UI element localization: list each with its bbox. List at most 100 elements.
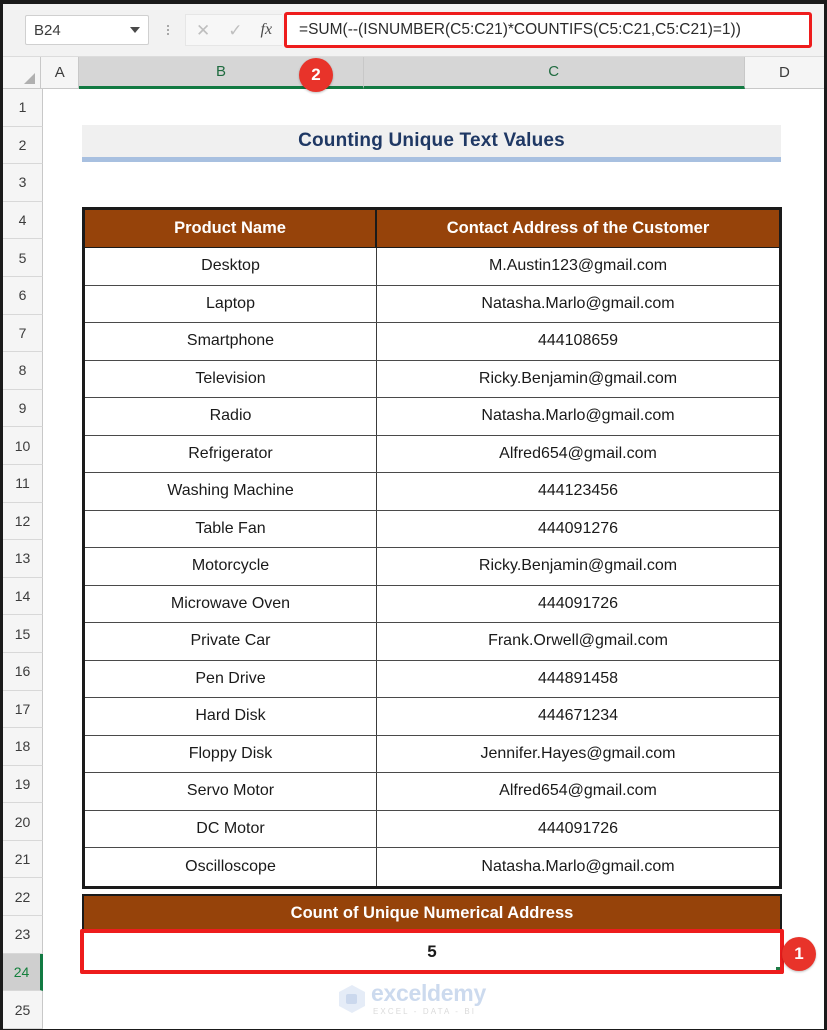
cell-product-name[interactable]: Private Car — [85, 623, 377, 660]
column-header-contact-address: Contact Address of the Customer — [377, 210, 779, 248]
table-row[interactable]: Laptop Natasha.Marlo@gmail.com — [85, 285, 779, 323]
table-row[interactable]: Desktop M.Austin123@gmail.com — [85, 248, 779, 286]
row-header-10[interactable]: 10 — [3, 427, 43, 465]
cell-product-name[interactable]: Servo Motor — [85, 773, 377, 810]
row-header-19[interactable]: 19 — [3, 765, 43, 804]
row-header-3[interactable]: 3 — [3, 164, 43, 202]
cell-contact-address[interactable]: 444108659 — [377, 323, 779, 360]
row-header-20[interactable]: 20 — [3, 803, 43, 841]
table-row[interactable]: DC Motor 444091726 — [85, 810, 779, 848]
row-header-9[interactable]: 9 — [3, 389, 43, 428]
cell-product-name[interactable]: Pen Drive — [85, 660, 377, 697]
row-header-5[interactable]: 5 — [3, 239, 43, 277]
row-header-11[interactable]: 11 — [3, 464, 43, 503]
table-row[interactable]: Floppy Disk Jennifer.Hayes@gmail.com — [85, 735, 779, 773]
row-header-label: 23 — [14, 926, 31, 943]
table-row[interactable]: Television Ricky.Benjamin@gmail.com — [85, 360, 779, 398]
cell-product-name[interactable]: Hard Disk — [85, 698, 377, 735]
row-header-14[interactable]: 14 — [3, 577, 43, 616]
close-icon[interactable]: ✕ — [196, 22, 210, 39]
table-row[interactable]: Refrigerator Alfred654@gmail.com — [85, 435, 779, 473]
cell-contact-address[interactable]: Frank.Orwell@gmail.com — [377, 623, 779, 660]
cell-contact-address[interactable]: 444091726 — [377, 586, 779, 623]
row-header-17[interactable]: 17 — [3, 690, 43, 729]
row-header-4[interactable]: 4 — [3, 201, 43, 240]
cell-contact-address[interactable]: Ricky.Benjamin@gmail.com — [377, 548, 779, 585]
cell-product-name[interactable]: Motorcycle — [85, 548, 377, 585]
more-options-icon[interactable] — [163, 20, 173, 40]
cell-product-name[interactable]: Television — [85, 360, 377, 397]
summary-header: Count of Unique Numerical Address — [82, 894, 782, 932]
row-header-25[interactable]: 25 — [3, 991, 43, 1029]
table-header-row: Product Name Contact Address of the Cust… — [85, 210, 779, 248]
cell-contact-address[interactable]: 444091726 — [377, 811, 779, 848]
cell-product-name[interactable]: Microwave Oven — [85, 585, 377, 622]
row-header-6[interactable]: 6 — [3, 276, 43, 315]
row-header-23[interactable]: 23 — [3, 916, 43, 954]
cell-contact-address[interactable]: 444123456 — [377, 473, 779, 510]
cell-product-name[interactable]: Washing Machine — [85, 473, 377, 510]
table-row[interactable]: Smartphone 444108659 — [85, 323, 779, 361]
cell-product-name[interactable]: Smartphone — [85, 323, 377, 360]
cell-contact-address[interactable]: Natasha.Marlo@gmail.com — [377, 848, 779, 886]
page-title: Counting Unique Text Values — [298, 130, 565, 151]
check-icon[interactable]: ✓ — [228, 22, 242, 39]
formula-text: =SUM(--(ISNUMBER(C5:C21)*COUNTIFS(C5:C21… — [299, 21, 741, 38]
cell-product-name[interactable]: Oscilloscope — [85, 848, 377, 886]
table-row[interactable]: Radio Natasha.Marlo@gmail.com — [85, 398, 779, 436]
cell-product-name[interactable]: Floppy Disk — [85, 735, 377, 772]
table-row[interactable]: Microwave Oven 444091726 — [85, 585, 779, 623]
row-header-24[interactable]: 24 — [3, 953, 43, 992]
row-header-15[interactable]: 15 — [3, 615, 43, 653]
cell-product-name[interactable]: Desktop — [85, 248, 377, 285]
cell-product-name[interactable]: Table Fan — [85, 510, 377, 547]
row-header-16[interactable]: 16 — [3, 652, 43, 691]
column-header-a[interactable]: A — [41, 57, 80, 89]
annotation-badge-1: 1 — [782, 937, 816, 971]
cell-contact-address[interactable]: 444671234 — [377, 698, 779, 735]
row-header-18[interactable]: 18 — [3, 728, 43, 766]
cell-contact-address[interactable]: Alfred654@gmail.com — [377, 436, 779, 473]
name-box-value: B24 — [34, 21, 61, 39]
row-header-12[interactable]: 12 — [3, 502, 43, 541]
cell-contact-address[interactable]: 444891458 — [377, 661, 779, 698]
column-header-d[interactable]: D — [744, 57, 825, 89]
row-header-label: 5 — [18, 249, 27, 266]
cell-product-name[interactable]: DC Motor — [85, 810, 377, 847]
row-header-21[interactable]: 21 — [3, 840, 43, 879]
table-row[interactable]: Oscilloscope Natasha.Marlo@gmail.com — [85, 848, 779, 886]
cell-contact-address[interactable]: M.Austin123@gmail.com — [377, 248, 779, 285]
row-header-label: 12 — [14, 512, 31, 529]
cell-product-name[interactable]: Radio — [85, 398, 377, 435]
row-header-22[interactable]: 22 — [3, 878, 43, 917]
row-header-2[interactable]: 2 — [3, 126, 43, 165]
select-all-corner[interactable] — [3, 57, 42, 89]
fx-icon[interactable]: fx — [261, 22, 273, 38]
table-row[interactable]: Private Car Frank.Orwell@gmail.com — [85, 623, 779, 661]
row-header-label: 25 — [14, 1001, 31, 1018]
formula-input[interactable]: =SUM(--(ISNUMBER(C5:C21)*COUNTIFS(C5:C21… — [284, 12, 812, 48]
cell-product-name[interactable]: Refrigerator — [85, 435, 377, 472]
table-row[interactable]: Pen Drive 444891458 — [85, 660, 779, 698]
cell-contact-address[interactable]: Ricky.Benjamin@gmail.com — [377, 361, 779, 398]
table-row[interactable]: Table Fan 444091276 — [85, 510, 779, 548]
table-row[interactable]: Motorcycle Ricky.Benjamin@gmail.com — [85, 548, 779, 586]
table-row[interactable]: Washing Machine 444123456 — [85, 473, 779, 511]
name-box[interactable]: B24 — [25, 15, 149, 45]
cell-contact-address[interactable]: Natasha.Marlo@gmail.com — [377, 286, 779, 323]
row-header-label: 24 — [13, 963, 30, 980]
row-header-8[interactable]: 8 — [3, 352, 43, 390]
chevron-down-icon[interactable] — [130, 27, 140, 33]
cell-contact-address[interactable]: 444091276 — [377, 511, 779, 548]
row-header-7[interactable]: 7 — [3, 314, 43, 353]
cell-contact-address[interactable]: Jennifer.Hayes@gmail.com — [377, 736, 779, 773]
row-header-13[interactable]: 13 — [3, 540, 43, 578]
row-header-1[interactable]: 1 — [3, 89, 43, 127]
table-row[interactable]: Hard Disk 444671234 — [85, 698, 779, 736]
row-header-label: 15 — [14, 625, 31, 642]
cell-contact-address[interactable]: Alfred654@gmail.com — [377, 773, 779, 810]
cell-product-name[interactable]: Laptop — [85, 285, 377, 322]
column-header-c[interactable]: C — [363, 57, 745, 89]
table-row[interactable]: Servo Motor Alfred654@gmail.com — [85, 773, 779, 811]
cell-contact-address[interactable]: Natasha.Marlo@gmail.com — [377, 398, 779, 435]
